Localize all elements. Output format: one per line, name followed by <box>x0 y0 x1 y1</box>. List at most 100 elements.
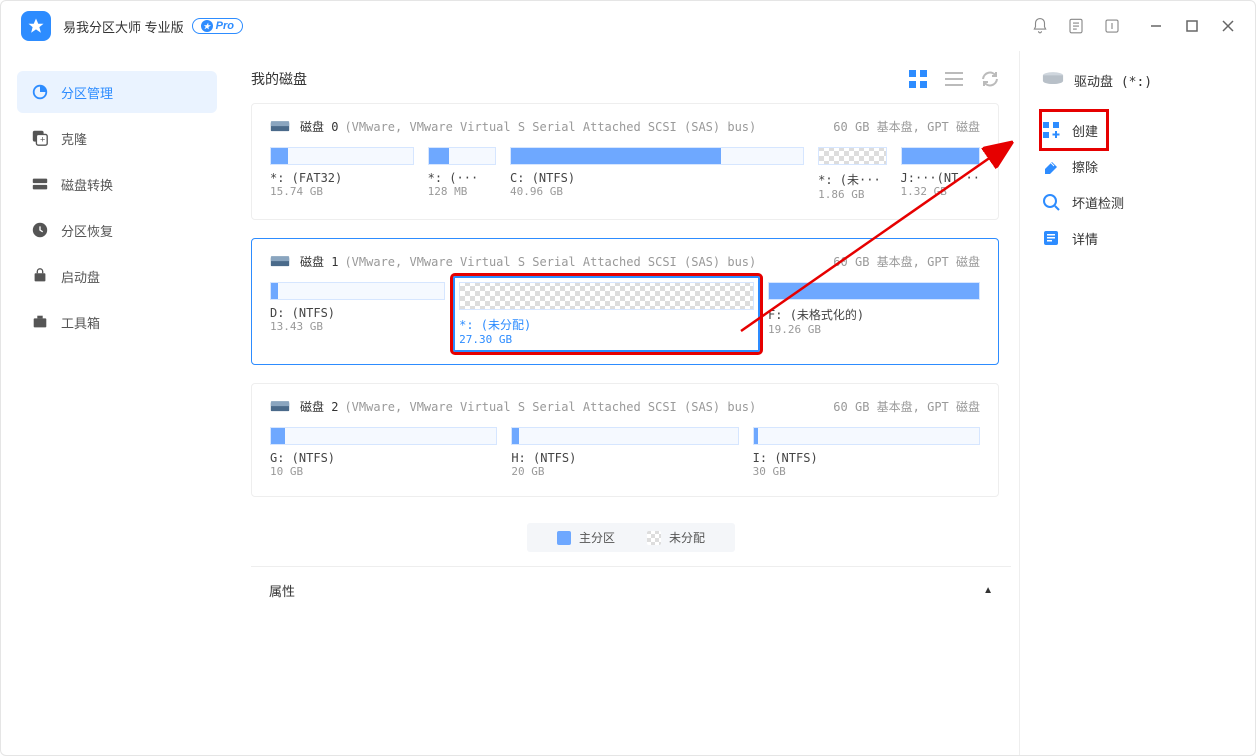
partition-bar <box>753 427 980 445</box>
disk-header: 磁盘 0 (VMware, VMware Virtual S Serial At… <box>270 118 980 135</box>
partition-0-1[interactable]: *: (··· 128 MB <box>428 147 496 201</box>
page-title: 我的磁盘 <box>251 69 307 89</box>
app-logo-icon <box>21 11 51 41</box>
partition-label: *: (FAT32) <box>270 171 414 185</box>
create-icon <box>1042 121 1060 139</box>
partition-size: 19.26 GB <box>768 323 980 336</box>
disk-card-1[interactable]: 磁盘 1 (VMware, VMware Virtual S Serial At… <box>251 238 999 365</box>
partition-2-0[interactable]: G: (NTFS) 10 GB <box>270 427 497 478</box>
drive-icon <box>1042 71 1064 90</box>
action-create[interactable]: 创建 <box>1042 112 1106 148</box>
sidebar-item-0[interactable]: 分区管理 <box>17 71 217 113</box>
disk-header: 磁盘 2 (VMware, VMware Virtual S Serial At… <box>270 398 980 415</box>
star-icon: ★ <box>201 20 213 32</box>
disk-meta: 60 GB 基本盘, GPT 磁盘 <box>833 118 980 135</box>
pro-badge: ★ Pro <box>192 18 243 34</box>
partition-label: D: (NTFS) <box>270 306 445 320</box>
partition-0-4[interactable]: J:···(NT··· 1.32 GB <box>901 147 980 201</box>
partition-1-0[interactable]: D: (NTFS) 13.43 GB <box>270 282 445 346</box>
action-scan[interactable]: 坏道检测 <box>1042 184 1233 220</box>
hdd-icon <box>270 400 290 414</box>
sidebar-icon-3 <box>31 221 49 239</box>
partition-label: G: (NTFS) <box>270 451 497 465</box>
detail-icon <box>1042 229 1060 247</box>
partition-row: D: (NTFS) 13.43 GB *: (未分配) 27.30 GB F: … <box>270 282 980 346</box>
partition-bar <box>459 282 754 310</box>
action-label: 擦除 <box>1072 157 1098 176</box>
partition-label: J:···(NT··· <box>901 171 980 185</box>
partition-label: F: (未格式化的) <box>768 306 980 323</box>
disk-card-0[interactable]: 磁盘 0 (VMware, VMware Virtual S Serial At… <box>251 103 999 220</box>
sidebar-icon-2 <box>31 175 49 193</box>
sidebar-label: 分区恢复 <box>61 221 113 240</box>
partition-2-2[interactable]: I: (NTFS) 30 GB <box>753 427 980 478</box>
partition-0-3[interactable]: *: (未··· 1.86 GB <box>818 147 886 201</box>
list-view-icon[interactable] <box>945 70 963 88</box>
partition-label: *: (未分配) <box>459 316 754 333</box>
partition-size: 30 GB <box>753 465 980 478</box>
partition-size: 1.32 GB <box>901 185 980 198</box>
action-detail[interactable]: 详情 <box>1042 220 1233 256</box>
app-window: 易我分区大师 专业版 ★ Pro 分区管理 + 克隆磁盘转换分区恢复启动盘工具箱 我… <box>0 0 1256 756</box>
task-icon[interactable] <box>1103 17 1121 35</box>
sidebar-label: 工具箱 <box>61 313 100 332</box>
sidebar-item-4[interactable]: 启动盘 <box>17 255 217 297</box>
pro-label: Pro <box>216 20 234 32</box>
partition-size: 13.43 GB <box>270 320 445 333</box>
partition-bar <box>270 427 497 445</box>
partition-bar <box>270 147 414 165</box>
disk-card-2[interactable]: 磁盘 2 (VMware, VMware Virtual S Serial At… <box>251 383 999 497</box>
attributes-toggle[interactable]: 属性 ▲ <box>251 566 1011 614</box>
chevron-up-icon: ▲ <box>983 585 993 596</box>
right-panel: 驱动盘 (*:) 创建擦除坏道检测详情 <box>1019 51 1255 755</box>
disk-header: 磁盘 1 (VMware, VMware Virtual S Serial At… <box>270 253 980 270</box>
partition-size: 15.74 GB <box>270 185 414 198</box>
app-title: 易我分区大师 专业版 <box>63 17 184 36</box>
erase-icon <box>1042 157 1060 175</box>
disk-desc: (VMware, VMware Virtual S Serial Attache… <box>344 400 756 414</box>
disk-name: 磁盘 0 <box>300 118 338 135</box>
partition-bar <box>768 282 980 300</box>
partition-bar <box>901 147 980 165</box>
refresh-icon[interactable] <box>981 70 999 88</box>
sidebar-item-2[interactable]: 磁盘转换 <box>17 163 217 205</box>
svg-text:+: + <box>40 135 45 145</box>
partition-size: 10 GB <box>270 465 497 478</box>
partition-2-1[interactable]: H: (NTFS) 20 GB <box>511 427 738 478</box>
sidebar-label: 磁盘转换 <box>61 175 113 194</box>
sidebar-item-1[interactable]: + 克隆 <box>17 117 217 159</box>
window-controls <box>1149 19 1235 33</box>
sidebar-icon-1: + <box>31 129 49 147</box>
partition-row: *: (FAT32) 15.74 GB *: (··· 128 MB C: (N… <box>270 147 980 201</box>
scan-icon <box>1042 193 1060 211</box>
titlebar: 易我分区大师 专业版 ★ Pro <box>1 1 1255 51</box>
action-label: 详情 <box>1072 229 1098 248</box>
maximize-button[interactable] <box>1185 19 1199 33</box>
partition-0-0[interactable]: *: (FAT32) 15.74 GB <box>270 147 414 201</box>
minimize-button[interactable] <box>1149 19 1163 33</box>
partition-size: 1.86 GB <box>818 188 886 201</box>
partition-label: C: (NTFS) <box>510 171 804 185</box>
action-erase[interactable]: 擦除 <box>1042 148 1233 184</box>
sidebar-label: 克隆 <box>61 129 87 148</box>
notification-icon[interactable] <box>1031 17 1049 35</box>
partition-0-2[interactable]: C: (NTFS) 40.96 GB <box>510 147 804 201</box>
partition-label: I: (NTFS) <box>753 451 980 465</box>
partition-bar <box>510 147 804 165</box>
sidebar-label: 启动盘 <box>61 267 100 286</box>
note-icon[interactable] <box>1067 17 1085 35</box>
tile-view-icon[interactable] <box>909 70 927 88</box>
partition-1-2[interactable]: F: (未格式化的) 19.26 GB <box>768 282 980 346</box>
disk-desc: (VMware, VMware Virtual S Serial Attache… <box>344 255 756 269</box>
partition-1-1[interactable]: *: (未分配) 27.30 GB <box>453 276 760 352</box>
legend-primary: 主分区 未分配 <box>527 523 735 552</box>
partition-label: *: (未··· <box>818 171 886 188</box>
hdd-icon <box>270 255 290 269</box>
close-button[interactable] <box>1221 19 1235 33</box>
disk-desc: (VMware, VMware Virtual S Serial Attache… <box>344 120 756 134</box>
sidebar-item-3[interactable]: 分区恢复 <box>17 209 217 251</box>
sidebar-item-5[interactable]: 工具箱 <box>17 301 217 343</box>
partition-row: G: (NTFS) 10 GB H: (NTFS) 20 GB I: (NTFS… <box>270 427 980 478</box>
partition-bar <box>428 147 496 165</box>
partition-bar <box>818 147 886 165</box>
